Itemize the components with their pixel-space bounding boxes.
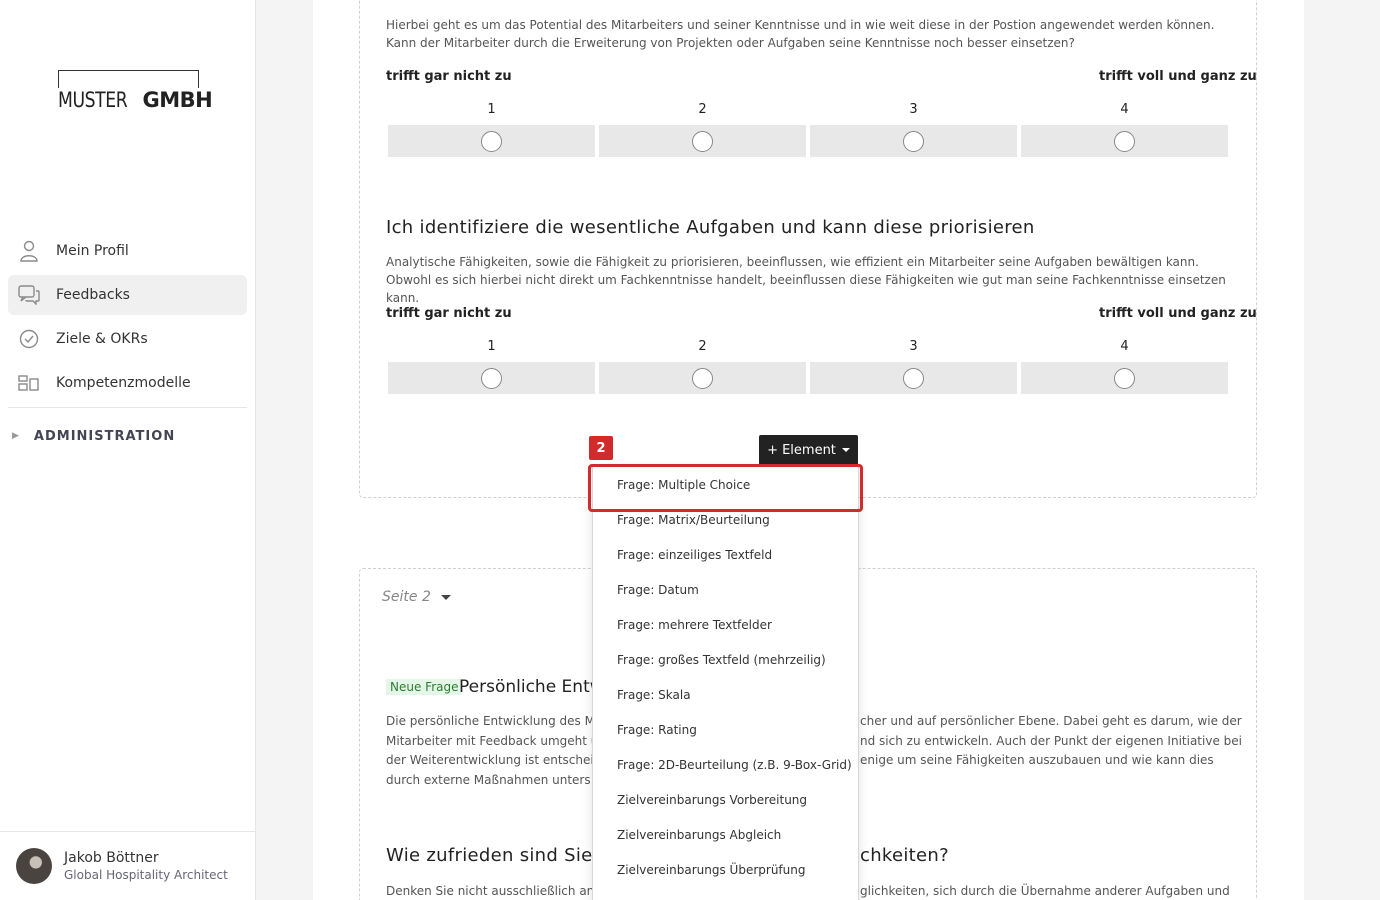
user-role: Global Hospitality Architect <box>64 868 228 882</box>
scale-low-label: trifft gar nicht zu <box>386 306 512 321</box>
sidebar-item-kompetenzmodelle[interactable]: Kompetenzmodelle <box>8 363 247 403</box>
scale-number: 4 <box>1120 339 1129 354</box>
radio-button[interactable] <box>481 130 502 152</box>
scale-option-cell <box>810 125 1017 157</box>
caret-right-icon: ▶ <box>12 431 20 441</box>
scale-option-cell <box>599 125 806 157</box>
sidebar-item-mein-profil[interactable]: Mein Profil <box>8 231 247 271</box>
add-element-label: + Element <box>767 442 836 458</box>
highlight-frame <box>588 464 863 512</box>
menu-item-goal-review[interactable]: Zielvereinbarungs Überprüfung <box>593 852 858 887</box>
menu-item-goal-prep[interactable]: Zielvereinbarungs Vorbereitung <box>593 782 858 817</box>
question-title: Wie zufrieden sind Sie <box>386 845 593 866</box>
menu-item-date[interactable]: Frage: Datum <box>593 572 858 607</box>
logo-text-thin: MUSTER <box>58 88 128 112</box>
scale-option-cell <box>388 362 595 394</box>
chat-icon <box>18 284 40 306</box>
menu-item-scale[interactable]: Frage: Skala <box>593 677 858 712</box>
radio-button[interactable] <box>1114 130 1135 152</box>
scale-high-label: trifft voll und ganz zu <box>1099 306 1257 321</box>
user-profile[interactable]: Jakob Böttner Global Hospitality Archite… <box>0 831 256 900</box>
menu-item-large-text[interactable]: Frage: großes Textfeld (mehrzeilig) <box>593 642 858 677</box>
radio-button[interactable] <box>903 367 924 389</box>
desc-line: Die persönliche Entwicklung des Mi <box>386 714 599 728</box>
scale-number: 2 <box>698 339 707 354</box>
desc-line: nd sich zu entwickeln. Auch der Punkt de… <box>860 733 1242 748</box>
desc-line: enige um seine Fähigkeiten auszubauen un… <box>860 753 1214 767</box>
sidebar-item-feedbacks[interactable]: Feedbacks <box>8 275 247 315</box>
question-description-right: glichkeiten, sich durch die Übernahme an… <box>860 884 1230 898</box>
blocks-icon <box>18 372 40 394</box>
avatar <box>16 848 52 884</box>
desc-line: cher und auf persönlicher Ebene. Dabei g… <box>860 714 1242 728</box>
new-question-badge: Neue Frage <box>386 679 463 695</box>
company-logo: MUSTER GMBH <box>58 70 215 112</box>
scale-number: 4 <box>1120 102 1129 117</box>
menu-item-rating[interactable]: Frage: Rating <box>593 712 858 747</box>
scale-option-cell <box>1021 125 1228 157</box>
question-title-right: chkeiten? <box>860 845 949 866</box>
caret-down-icon <box>841 448 850 452</box>
caret-down-icon <box>440 594 451 600</box>
user-name: Jakob Böttner <box>64 850 159 866</box>
sidebar-item-ziele-okrs[interactable]: Ziele & OKRs <box>8 319 247 359</box>
step-badge: 2 <box>589 436 613 460</box>
desc-line: durch externe Maßnahmen unters <box>386 772 591 787</box>
menu-item-2d-rating[interactable]: Frage: 2D-Beurteilung (z.B. 9-Box-Grid) <box>593 747 858 782</box>
scale-option-cell <box>810 362 1017 394</box>
scale-number: 3 <box>909 339 918 354</box>
question-description: Analytische Fähigkeiten, sowie die Fähig… <box>386 255 1226 305</box>
page-selector[interactable]: Seite 2 <box>382 589 451 605</box>
sidebar-admin-toggle[interactable]: ▶ ADMINISTRATION <box>8 408 247 464</box>
question-title: Ich identifiziere die wesentliche Aufgab… <box>386 217 1035 238</box>
scale-high-label: trifft voll und ganz zu <box>1099 69 1257 84</box>
radio-button[interactable] <box>903 130 924 152</box>
sidebar-item-label: Mein Profil <box>56 243 129 259</box>
check-circle-icon <box>18 328 40 350</box>
question-title: Persönliche Entw <box>459 677 604 697</box>
question-description-right: cher und auf persönlicher Ebene. Dabei g… <box>860 712 1242 771</box>
menu-item-goal-alignment[interactable]: Zielvereinbarungs Abgleich <box>593 817 858 852</box>
scale-option-cell <box>599 362 806 394</box>
sidebar: MUSTER GMBH Mein Profil Feedbacks Ziele &… <box>0 0 256 900</box>
question-description: Denken Sie nicht ausschließlich an Tr <box>386 884 596 898</box>
person-icon <box>18 240 40 262</box>
radio-button[interactable] <box>692 367 713 389</box>
page-label: Seite 2 <box>382 589 431 605</box>
scale-option-cell <box>388 125 595 157</box>
question-description-left: Die persönliche Entwicklung des Mi Mitar… <box>386 712 598 790</box>
sidebar-nav: Mein Profil Feedbacks Ziele & OKRs Kompe… <box>8 231 247 464</box>
add-element-button[interactable]: + Element <box>759 435 858 465</box>
scale-number: 1 <box>487 102 496 117</box>
scale-option-cell <box>1021 362 1228 394</box>
sidebar-item-label: Feedbacks <box>56 287 130 303</box>
scale-number: 3 <box>909 102 918 117</box>
radio-button[interactable] <box>481 367 502 389</box>
desc-line: Mitarbeiter mit Feedback umgeht u <box>386 733 599 748</box>
scale-number: 2 <box>698 102 707 117</box>
sidebar-item-label: Kompetenzmodelle <box>56 375 191 391</box>
radio-button[interactable] <box>692 130 713 152</box>
sidebar-item-label: Ziele & OKRs <box>56 331 148 347</box>
element-dropdown-menu: Frage: Multiple Choice Frage: Matrix/Beu… <box>592 466 859 900</box>
desc-line: der Weiterentwicklung ist entschei <box>386 753 594 767</box>
menu-item-single-line-text[interactable]: Frage: einzeiliges Textfeld <box>593 537 858 572</box>
scale-number: 1 <box>487 339 496 354</box>
question-description: Hierbei geht es um das Potential des Mit… <box>386 18 1215 50</box>
menu-item-multiple-text[interactable]: Frage: mehrere Textfelder <box>593 607 858 642</box>
admin-label: ADMINISTRATION <box>33 428 176 444</box>
radio-button[interactable] <box>1114 367 1135 389</box>
logo-text-bold: GMBH <box>142 88 213 112</box>
scale-low-label: trifft gar nicht zu <box>386 69 512 84</box>
